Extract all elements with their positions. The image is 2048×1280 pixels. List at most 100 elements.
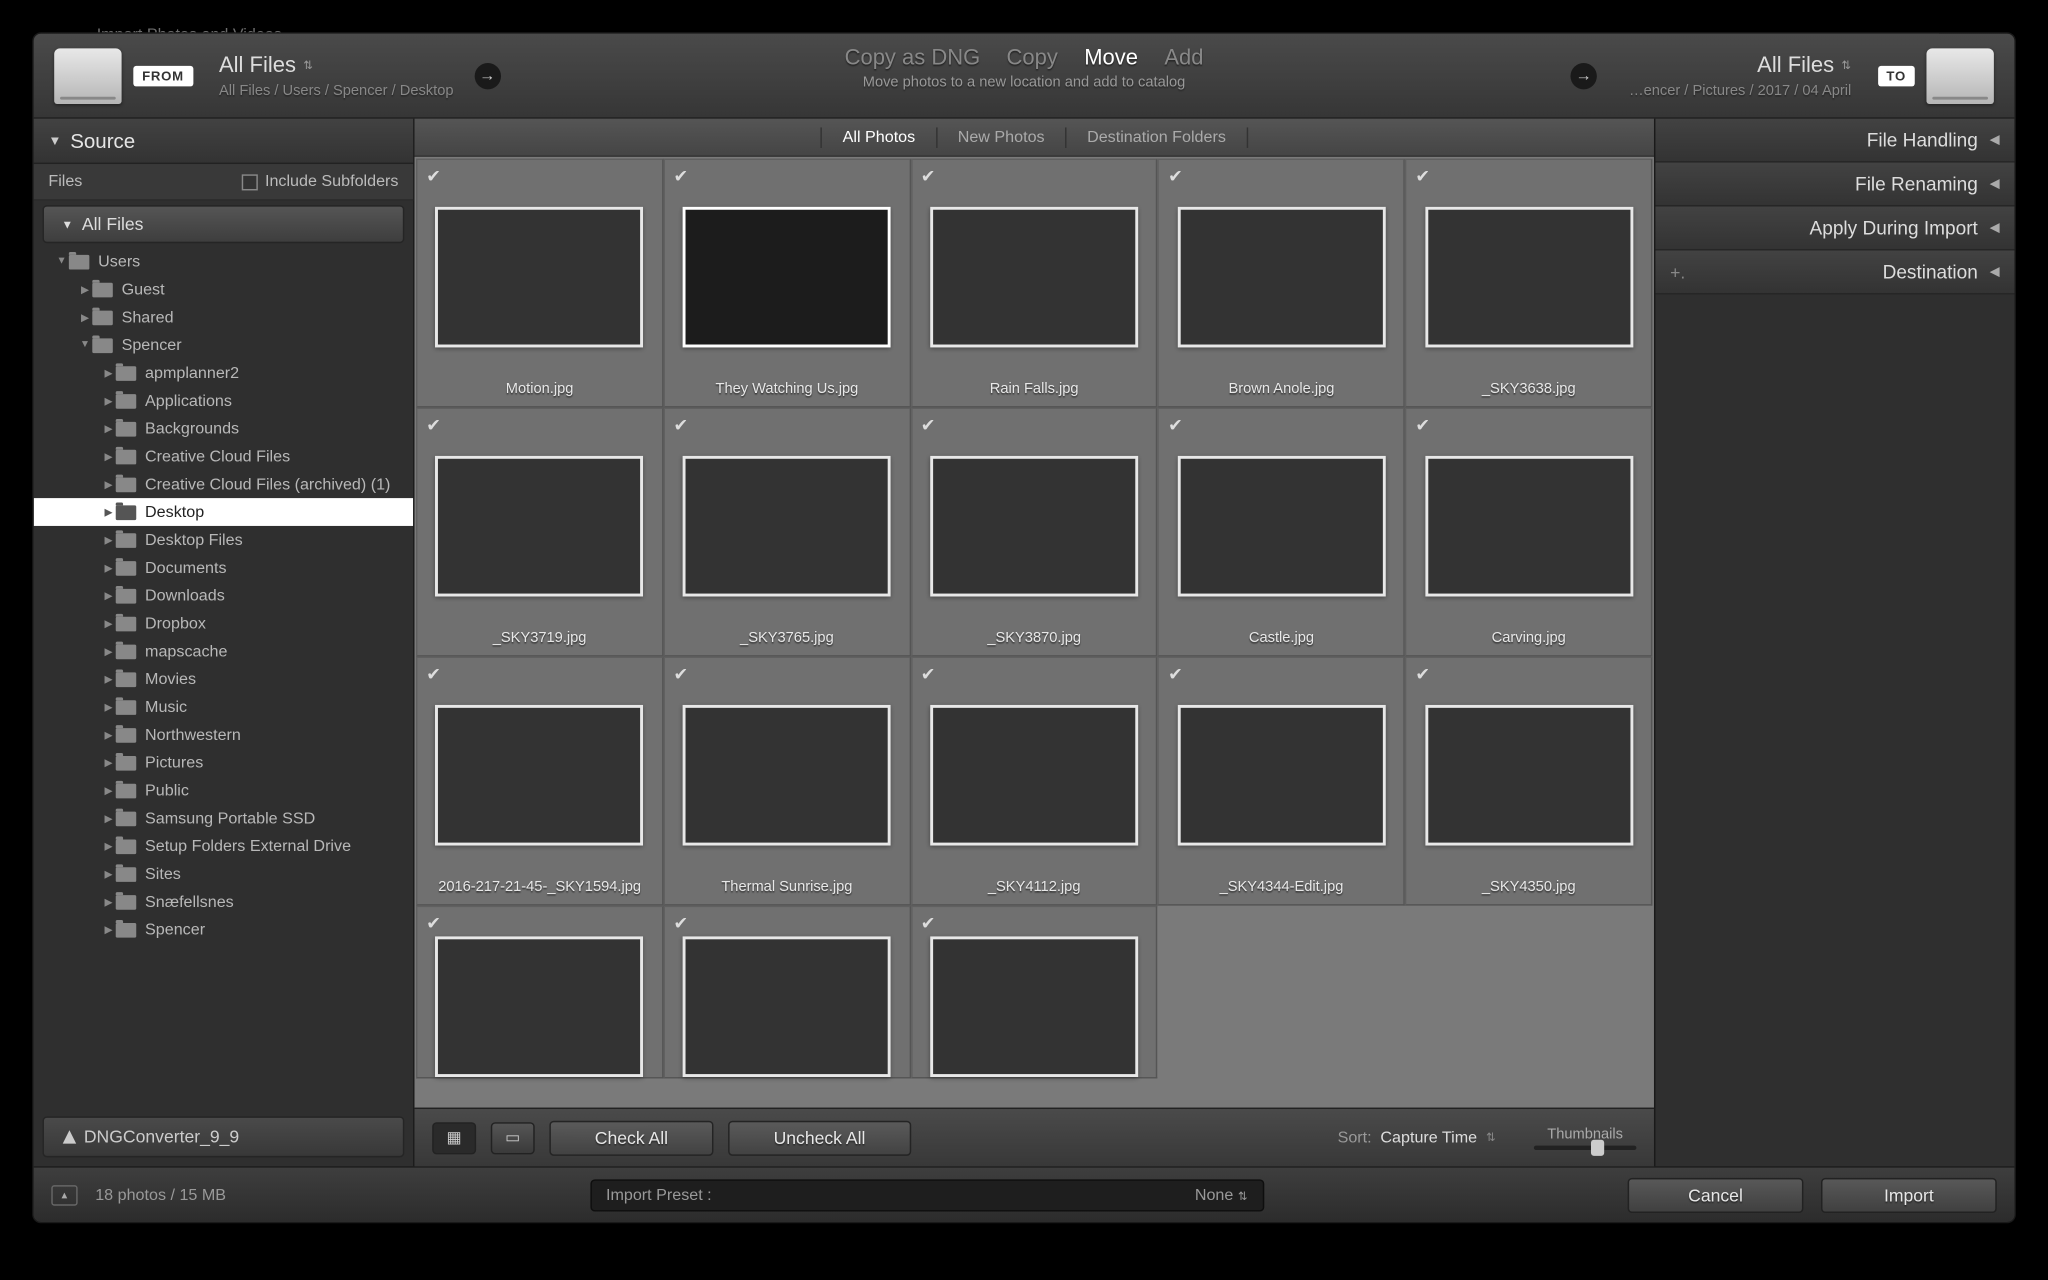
thumbnail-cell[interactable]: ✔ Rain Falls.jpg [911, 158, 1158, 407]
thumbnail-checkbox[interactable]: ✔ [674, 664, 689, 685]
folder-dropbox[interactable]: ▶Dropbox [34, 609, 413, 637]
folder-applications[interactable]: ▶Applications [34, 387, 413, 415]
tab-destination-folders[interactable]: Destination Folders [1072, 125, 1240, 148]
thumbnail-cell[interactable]: ✔ 2016-217-21-45-_SKY1594.jpg [416, 656, 663, 905]
folder-desktop-files[interactable]: ▶Desktop Files [34, 526, 413, 554]
folder-mapscache[interactable]: ▶mapscache [34, 637, 413, 665]
import-preset-dropdown[interactable]: Import Preset : None ⇅ [590, 1179, 1264, 1211]
folder-documents[interactable]: ▶Documents [34, 554, 413, 582]
uncheck-all-button[interactable]: Uncheck All [728, 1120, 911, 1155]
thumbnail-checkbox[interactable]: ✔ [426, 664, 441, 685]
thumbnail-checkbox[interactable]: ✔ [921, 913, 936, 934]
thumbnail-filename: Rain Falls.jpg [912, 375, 1156, 406]
sort-dropdown[interactable]: Capture Time [1380, 1129, 1477, 1147]
import-mode-tabs: Copy as DNG Copy Move Add Move photos to… [845, 45, 1204, 90]
folder-movies[interactable]: ▶Movies [34, 665, 413, 693]
folder-pictures[interactable]: ▶Pictures [34, 749, 413, 777]
panel-destination[interactable]: +.Destination◀ [1655, 251, 2014, 295]
folder-setup-folders-external-drive[interactable]: ▶Setup Folders External Drive [34, 832, 413, 860]
thumbnail-checkbox[interactable]: ✔ [674, 415, 689, 436]
mode-add[interactable]: Add [1164, 45, 1203, 70]
thumbnail-checkbox[interactable]: ✔ [1415, 415, 1430, 436]
thumbnail-checkbox[interactable]: ✔ [674, 913, 689, 934]
folder-downloads[interactable]: ▶Downloads [34, 582, 413, 610]
thumbnail-cell[interactable]: ✔Motion.jpg [416, 158, 663, 407]
cancel-button[interactable]: Cancel [1628, 1177, 1804, 1212]
panel-file-handling[interactable]: File Handling◀ [1655, 119, 2014, 163]
folder-northwestern[interactable]: ▶Northwestern [34, 721, 413, 749]
thumbnail-cell[interactable]: ✔ [416, 905, 663, 1078]
folder-backgrounds[interactable]: ▶Backgrounds [34, 415, 413, 443]
all-files-root[interactable]: ▼All Files [42, 205, 404, 243]
destination-dropdown[interactable]: All Files [1629, 52, 1851, 77]
loupe-view-icon[interactable]: ▭ [491, 1121, 535, 1153]
thumbnail-filename: Brown Anole.jpg [1159, 375, 1403, 406]
destination-path: …encer / Pictures / 2017 / 04 April [1629, 83, 1851, 99]
thumbnail-checkbox[interactable]: ✔ [921, 415, 936, 436]
thumbnail-checkbox[interactable]: ✔ [1415, 166, 1430, 187]
thumbnail-cell[interactable]: ✔_SKY4344-Edit.jpg [1158, 656, 1405, 905]
folder-sites[interactable]: ▶Sites [34, 860, 413, 888]
thumbnail-cell[interactable]: ✔Carving.jpg [1405, 407, 1652, 656]
folder-creative-cloud-files[interactable]: ▶Creative Cloud Files [34, 442, 413, 470]
tab-all-photos[interactable]: All Photos [828, 125, 930, 148]
expand-button[interactable]: ▴ [51, 1184, 77, 1205]
folder-guest[interactable]: ▶Guest [34, 275, 413, 303]
source-dropdown[interactable]: All Files [219, 52, 453, 77]
thumbnail-checkbox[interactable]: ✔ [1415, 664, 1430, 685]
thumbnail-checkbox[interactable]: ✔ [426, 415, 441, 436]
thumbnail-filename: 2016-217-21-45-_SKY1594.jpg [418, 873, 662, 904]
thumbnail-cell[interactable]: ✔_SKY3870.jpg [911, 407, 1158, 656]
thumbnail-cell[interactable]: ✔_SKY3765.jpg [663, 407, 910, 656]
folder-creative-cloud-files-archived-1-[interactable]: ▶Creative Cloud Files (archived) (1) [34, 470, 413, 498]
thumbnail-checkbox[interactable]: ✔ [921, 166, 936, 187]
folder-samsung-portable-ssd[interactable]: ▶Samsung Portable SSD [34, 804, 413, 832]
folder-spencer[interactable]: ▼Spencer [34, 331, 413, 359]
folder-shared[interactable]: ▶Shared [34, 303, 413, 331]
thumbnail-cell[interactable]: ✔ [911, 905, 1158, 1078]
source-block: FROM All Files All Files / Users / Spenc… [54, 48, 453, 104]
thumbnail-checkbox[interactable]: ✔ [674, 166, 689, 187]
panel-apply-during-import[interactable]: Apply During Import◀ [1655, 207, 2014, 251]
panel-file-renaming[interactable]: File Renaming◀ [1655, 163, 2014, 207]
thumbnail-cell[interactable]: ✔Thermal Sunrise.jpg [663, 656, 910, 905]
folder-spencer[interactable]: ▶Spencer [34, 916, 413, 944]
mode-subtitle: Move photos to a new location and add to… [845, 75, 1204, 91]
mode-copy-dng[interactable]: Copy as DNG [845, 45, 981, 70]
source-panel-header[interactable]: ▼Source [34, 119, 413, 164]
folder-public[interactable]: ▶Public [34, 776, 413, 804]
folder-desktop[interactable]: ▶Desktop [34, 498, 413, 526]
arrow-right-icon[interactable]: → [474, 62, 500, 88]
thumbnail-checkbox[interactable]: ✔ [426, 913, 441, 934]
folder-users[interactable]: ▼Users [34, 248, 413, 276]
thumbnail-cell[interactable]: ✔_SKY3638.jpg [1405, 158, 1652, 407]
thumbnail-cell[interactable]: ✔ [663, 905, 910, 1078]
thumbnail-cell[interactable]: ✔_SKY3719.jpg [416, 407, 663, 656]
folder-sn-fellsnes[interactable]: ▶Snæfellsnes [34, 888, 413, 916]
thumbnail-cell[interactable]: ✔_SKY4350.jpg [1405, 656, 1652, 905]
thumbnail-image [436, 206, 644, 347]
thumbnail-image [930, 455, 1138, 596]
thumbnail-checkbox[interactable]: ✔ [426, 166, 441, 187]
thumbnail-checkbox[interactable]: ✔ [921, 664, 936, 685]
tab-new-photos[interactable]: New Photos [943, 125, 1059, 148]
thumbnail-cell[interactable]: ✔They Watching Us.jpg [663, 158, 910, 407]
thumbnail-grid: ✔Motion.jpg✔They Watching Us.jpg✔Rain Fa… [415, 157, 1654, 1108]
thumbnail-checkbox[interactable]: ✔ [1168, 166, 1183, 187]
import-button[interactable]: Import [1821, 1177, 1997, 1212]
mode-move[interactable]: Move [1084, 45, 1138, 70]
thumbnail-size-slider[interactable]: Thumbnails [1534, 1126, 1637, 1149]
include-subfolders-checkbox[interactable]: Include Subfolders [242, 173, 399, 191]
dng-converter-item[interactable]: ▶DNGConverter_9_9 [42, 1116, 404, 1157]
mode-copy[interactable]: Copy [1007, 45, 1058, 70]
check-all-button[interactable]: Check All [549, 1120, 713, 1155]
thumbnail-cell[interactable]: ✔Castle.jpg [1158, 407, 1405, 656]
thumbnail-cell[interactable]: ✔_SKY4112.jpg [911, 656, 1158, 905]
thumbnail-checkbox[interactable]: ✔ [1168, 664, 1183, 685]
grid-view-icon[interactable]: ▦ [432, 1121, 476, 1153]
thumbnail-checkbox[interactable]: ✔ [1168, 415, 1183, 436]
arrow-right-icon[interactable]: → [1570, 62, 1596, 88]
folder-apmplanner2[interactable]: ▶apmplanner2 [34, 359, 413, 387]
thumbnail-cell[interactable]: ✔ Brown Anole.jpg [1158, 158, 1405, 407]
folder-music[interactable]: ▶Music [34, 693, 413, 721]
